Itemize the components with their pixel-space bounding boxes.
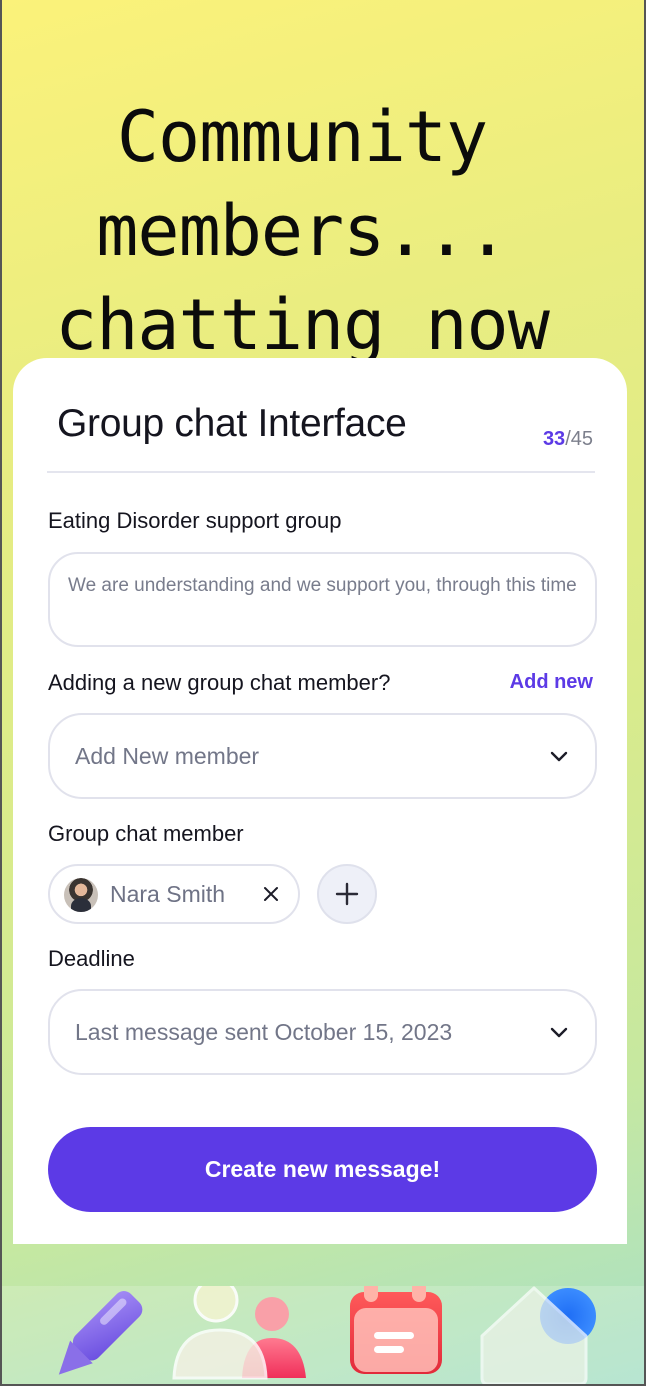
plus-icon xyxy=(335,882,359,906)
tab-calendar[interactable] xyxy=(346,1280,446,1384)
tab-members[interactable] xyxy=(168,1277,314,1384)
calendar-icon xyxy=(350,1280,442,1374)
people-icon xyxy=(172,1277,306,1380)
group-chat-form-card: Group chat Interface 33/45 Eating Disord… xyxy=(13,358,627,1244)
add-member-label: Adding a new group chat member? xyxy=(48,670,391,695)
chevron-down-icon xyxy=(550,1027,568,1038)
deadline-select-value: Last message sent October 15, 2023 xyxy=(75,1018,453,1045)
home-icon xyxy=(480,1286,596,1384)
chevron-down-icon xyxy=(550,751,568,762)
group-description-field[interactable]: We are understanding and we support you,… xyxy=(48,552,597,647)
deadline-label: Deadline xyxy=(48,946,135,971)
add-member-button[interactable] xyxy=(317,864,377,924)
title-divider xyxy=(47,471,595,473)
page-title: Group chat Interface xyxy=(57,402,407,445)
members-label: Group chat member xyxy=(48,821,244,846)
bottom-tab-bar xyxy=(2,1277,644,1384)
group-name-label: Eating Disorder support group xyxy=(48,508,342,533)
tab-home[interactable] xyxy=(476,1286,602,1384)
member-chip: Nara Smith xyxy=(48,864,300,924)
hero-line: Community xyxy=(116,96,488,178)
app-screen: Community members... chatting now Group … xyxy=(2,0,644,1384)
step-counter: 33/45 xyxy=(543,428,593,451)
counter-current: 33 xyxy=(542,428,566,450)
member-name: Nara Smith xyxy=(110,881,226,907)
pencil-icon xyxy=(58,1291,143,1375)
add-member-select[interactable]: Add New member xyxy=(48,713,597,799)
add-member-select-value: Add New member xyxy=(75,742,260,769)
close-icon[interactable] xyxy=(260,883,282,905)
create-message-button[interactable]: Create new message! xyxy=(48,1127,597,1212)
hero-heading: Community members... chatting now xyxy=(2,90,602,372)
tab-compose[interactable] xyxy=(42,1286,152,1384)
add-new-link[interactable]: Add new xyxy=(510,671,593,694)
counter-total: /45 xyxy=(565,428,593,450)
hero-line: members... xyxy=(96,190,508,272)
avatar xyxy=(64,878,98,912)
deadline-select[interactable]: Last message sent October 15, 2023 xyxy=(48,989,597,1075)
